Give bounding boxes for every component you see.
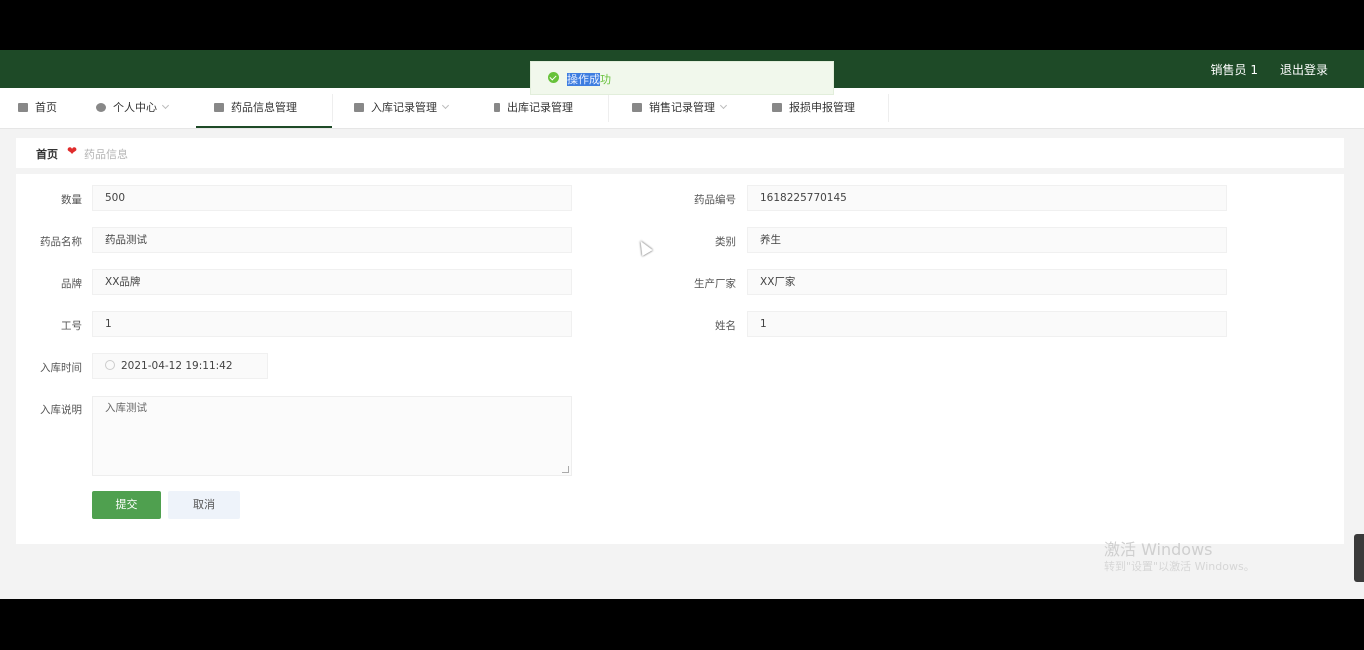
activation-watermark-subtitle: 转到"设置"以激活 Windows。 xyxy=(1104,560,1255,573)
category-label: 类别 xyxy=(715,236,736,248)
nav-inbound-label: 入库记录管理 xyxy=(371,101,437,114)
inbound-time-value: 2021-04-12 19:11:42 xyxy=(121,360,233,372)
nav-home-label: 首页 xyxy=(35,101,57,114)
employee-id-field[interactable]: 1 xyxy=(92,311,572,337)
drug-form: 数量 500 药品名称 药品测试 品牌 XX品牌 工号 1 入库时间 2021-… xyxy=(16,174,1344,544)
brand-field[interactable]: XX品牌 xyxy=(92,269,572,295)
inbound-time-label: 入库时间 xyxy=(40,362,82,374)
heart-icon: ❤ xyxy=(67,144,78,158)
quantity-field[interactable]: 500 xyxy=(92,185,572,211)
nav-drug-info[interactable]: 药品信息管理 xyxy=(196,88,332,128)
chevron-down-icon xyxy=(161,101,170,110)
chevron-down-icon xyxy=(441,101,450,110)
toast-text-rest: 功 xyxy=(600,73,611,86)
nav-sales-label: 销售记录管理 xyxy=(649,101,715,114)
quantity-label: 数量 xyxy=(61,194,82,206)
toast-message: 操作成功 xyxy=(567,71,611,87)
shield-icon xyxy=(214,103,224,112)
inbound-time-picker[interactable]: 2021-04-12 19:11:42 xyxy=(92,353,268,379)
inbound-note-value: 入库测试 xyxy=(105,402,147,414)
nav-loss-label: 报损申报管理 xyxy=(789,101,855,114)
nav-inbound-records[interactable]: 入库记录管理 xyxy=(354,88,450,128)
inbound-note-textarea[interactable]: 入库测试 xyxy=(92,396,572,476)
nav-outbound-label: 出库记录管理 xyxy=(507,101,573,114)
user-icon xyxy=(96,103,106,112)
home-icon xyxy=(18,103,28,112)
logout-link[interactable]: 退出登录 xyxy=(1280,61,1328,78)
manufacturer-label: 生产厂家 xyxy=(694,278,736,290)
submit-button[interactable]: 提交 xyxy=(92,491,161,519)
drug-code-label: 药品编号 xyxy=(694,194,736,206)
app-window: 销售员 1 退出登录 操作成功 首页 个人中心 药品信息管理 入库记录管理 出库… xyxy=(0,50,1364,599)
breadcrumb-home[interactable]: 首页 xyxy=(36,146,58,162)
inbound-note-label: 入库说明 xyxy=(40,404,82,416)
nav-personal-center[interactable]: 个人中心 xyxy=(96,88,170,128)
employee-id-label: 工号 xyxy=(61,320,82,332)
edge-scroll-handle[interactable] xyxy=(1354,534,1364,582)
current-user: 销售员 1 xyxy=(1210,63,1258,77)
activation-watermark-title: 激活 Windows xyxy=(1104,540,1213,559)
send-icon xyxy=(772,103,782,112)
brand-label: 品牌 xyxy=(61,278,82,290)
nav-personal-label: 个人中心 xyxy=(113,101,157,114)
nav-divider xyxy=(608,94,609,122)
resize-handle-icon[interactable] xyxy=(562,466,569,473)
drug-name-field[interactable]: 药品测试 xyxy=(92,227,572,253)
name-label: 姓名 xyxy=(715,320,736,332)
nav-home[interactable]: 首页 xyxy=(18,88,57,128)
success-toast: 操作成功 xyxy=(530,61,834,95)
manufacturer-field[interactable]: XX厂家 xyxy=(747,269,1227,295)
success-icon xyxy=(548,72,559,83)
name-field[interactable]: 1 xyxy=(747,311,1227,337)
columns-icon xyxy=(494,103,500,112)
nav-divider xyxy=(332,94,333,122)
breadcrumb-current: 药品信息 xyxy=(84,148,128,161)
toast-selected-text: 操作成 xyxy=(567,73,600,86)
clock-icon xyxy=(105,360,115,370)
chevron-down-icon xyxy=(719,101,728,110)
drug-name-label: 药品名称 xyxy=(40,236,82,248)
nav-drug-info-label: 药品信息管理 xyxy=(231,101,297,114)
nav-divider xyxy=(888,94,889,122)
breadcrumb: 首页 ❤ 药品信息 xyxy=(16,138,1344,168)
drug-code-field[interactable]: 1618225770145 xyxy=(747,185,1227,211)
cancel-button[interactable]: 取消 xyxy=(168,491,240,519)
category-field[interactable]: 养生 xyxy=(747,227,1227,253)
list-icon xyxy=(354,103,364,112)
chart-icon xyxy=(632,103,642,112)
